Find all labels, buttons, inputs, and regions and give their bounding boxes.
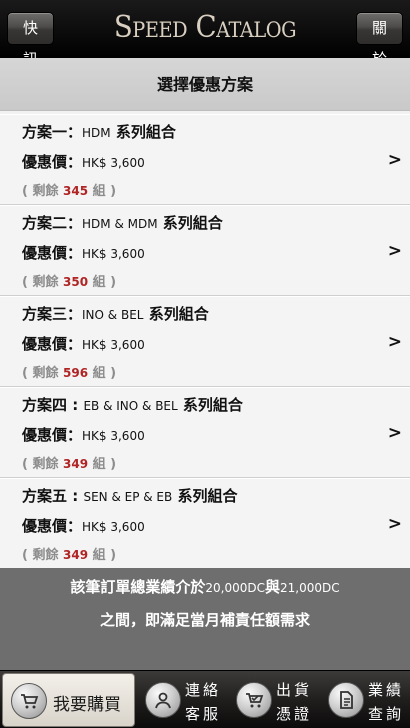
tab-shipping-label-2: 憑證	[276, 705, 313, 723]
plan-item[interactable]: 方案三：INO & BEL 系列組合 優惠價：HK$ 3,600 ( 剩餘 59…	[0, 296, 410, 387]
plan-price: 優惠價：HK$ 3,600	[22, 426, 145, 444]
cart-icon	[11, 683, 47, 719]
note-line-1: 該筆訂單總業績介於20,000DC與21,000DC	[70, 578, 340, 596]
person-icon	[145, 682, 181, 718]
cart-check-icon	[236, 682, 272, 718]
plan-remaining: ( 剩餘 349 組 )	[22, 457, 117, 472]
app-logo: Speed Catalog	[73, 8, 336, 48]
plan-name: 方案五 : SEN & EP & EB 系列組合	[22, 487, 238, 505]
plan-list: 方案一：HDM 系列組合 優惠價：HK$ 3,600 ( 剩餘 345 組 ) …	[0, 114, 410, 569]
plan-remaining: ( 剩餘 596 組 )	[22, 366, 117, 381]
plan-price: 優惠價：HK$ 3,600	[22, 153, 145, 171]
news-button[interactable]: 快訊	[7, 12, 54, 68]
chevron-right-icon: >	[387, 241, 402, 261]
plan-price: 優惠價：HK$ 3,600	[22, 244, 145, 262]
plan-remaining: ( 剩餘 349 組 )	[22, 548, 117, 563]
plan-name: 方案一：HDM 系列組合	[22, 123, 176, 141]
plan-name: 方案三：INO & BEL 系列組合	[22, 305, 209, 323]
plan-remaining: ( 剩餘 350 組 )	[22, 275, 117, 290]
tab-contact-label-1: 連絡	[185, 681, 222, 699]
tab-buy-label: 我要購買	[53, 695, 121, 715]
plan-item[interactable]: 方案二：HDM & MDM 系列組合 優惠價：HK$ 3,600 ( 剩餘 35…	[0, 205, 410, 296]
plan-item[interactable]: 方案四 : EB & INO & BEL 系列組合 優惠價：HK$ 3,600 …	[0, 387, 410, 478]
tab-performance-label-1: 業績	[368, 681, 405, 699]
tab-performance-label-2: 查詢	[368, 705, 405, 723]
tab-buy[interactable]: 我要購買	[2, 673, 135, 727]
plan-name: 方案四 : EB & INO & BEL 系列組合	[22, 396, 243, 414]
about-button[interactable]: 關於	[356, 12, 403, 68]
tab-shipping-voucher[interactable]: 出貨 憑證	[228, 673, 318, 727]
tab-contact-service[interactable]: 連絡 客服	[137, 673, 226, 727]
plan-item[interactable]: 方案五 : SEN & EP & EB 系列組合 優惠價：HK$ 3,600 (…	[0, 478, 410, 569]
note-line-2: 之間，即滿足當月補責任額需求	[99, 611, 310, 629]
chevron-right-icon: >	[387, 150, 402, 170]
page-title: 選擇優惠方案	[0, 58, 410, 111]
tab-shipping-label-1: 出貨	[276, 681, 313, 699]
bottom-tab-bar: 我要購買 連絡 客服 出貨 憑證 業績 查詢	[0, 670, 410, 728]
logo-text: Speed Catalog	[113, 10, 297, 45]
app-header: 快訊 Speed Catalog 關於	[0, 0, 410, 68]
chevron-right-icon: >	[387, 332, 402, 352]
document-icon	[328, 682, 364, 718]
plan-price: 優惠價：HK$ 3,600	[22, 517, 145, 535]
chevron-right-icon: >	[387, 514, 402, 534]
tab-contact-label-2: 客服	[185, 705, 222, 723]
chevron-right-icon: >	[387, 423, 402, 443]
plan-name: 方案二：HDM & MDM 系列組合	[22, 214, 223, 232]
plan-item[interactable]: 方案一：HDM 系列組合 優惠價：HK$ 3,600 ( 剩餘 345 組 ) …	[0, 114, 410, 205]
plan-remaining: ( 剩餘 345 組 )	[22, 184, 117, 199]
tab-performance-query[interactable]: 業績 查詢	[320, 673, 408, 727]
sales-requirement-note: 該筆訂單總業績介於20,000DC與21,000DC 之間，即滿足當月補責任額需…	[0, 568, 410, 670]
plan-price: 優惠價：HK$ 3,600	[22, 335, 145, 353]
